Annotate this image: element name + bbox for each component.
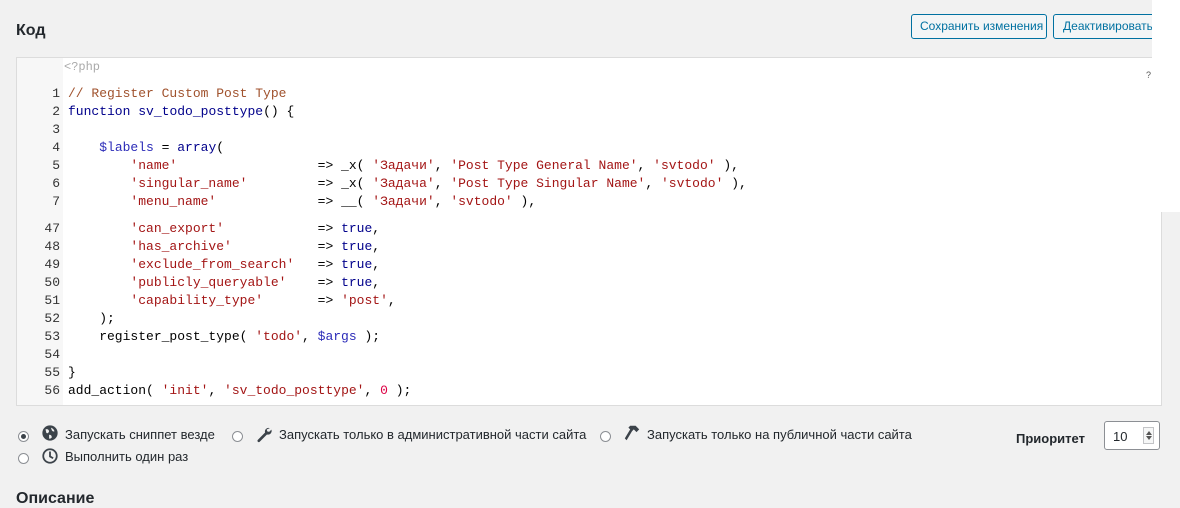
save-changes-button[interactable]: Сохранить изменения	[911, 14, 1047, 39]
priority-spinner[interactable]	[1143, 427, 1154, 444]
php-open-tag: <?php	[64, 60, 101, 74]
run-admin-label: Запускать только в административной част…	[279, 427, 587, 442]
line-number: 4	[52, 140, 60, 155]
line-number: 52	[44, 311, 60, 326]
code-text[interactable]: 'menu_name' => __( 'Задачи', 'svtodo' ),	[68, 193, 536, 211]
priority-label: Приоритет	[1016, 431, 1085, 446]
spin-down-icon[interactable]	[1146, 436, 1152, 440]
line-number: 3	[52, 122, 60, 137]
line-number: 49	[44, 257, 60, 272]
code-text[interactable]: 'name' => _x( 'Задачи', 'Post Type Gener…	[68, 157, 739, 175]
code-text[interactable]: 'capability_type' => 'post',	[68, 292, 395, 310]
code-text[interactable]: }	[68, 364, 76, 382]
run-admin-option[interactable]: Запускать только в административной част…	[232, 425, 592, 445]
run-once-radio[interactable]	[18, 453, 29, 464]
run-public-option[interactable]: Запускать только на публичной части сайт…	[600, 425, 920, 445]
line-number: 6	[52, 176, 60, 191]
wrench-icon	[257, 427, 272, 443]
code-text[interactable]: );	[68, 310, 115, 328]
code-text[interactable]: 'has_archive' => true,	[68, 238, 380, 256]
hammer-icon	[624, 425, 640, 441]
code-text[interactable]: 'singular_name' => _x( 'Задача', 'Post T…	[68, 175, 746, 193]
code-text[interactable]: 'publicly_queryable' => true,	[68, 274, 380, 292]
run-everywhere-option[interactable]: Запускать сниппет везде	[18, 425, 218, 445]
code-text[interactable]: function sv_todo_posttype() {	[68, 103, 294, 121]
line-number: 48	[44, 239, 60, 254]
clock-icon	[42, 448, 58, 464]
line-number: 5	[52, 158, 60, 173]
globe-icon	[42, 425, 58, 441]
panel-edge	[1152, 0, 1180, 212]
priority-value: 10	[1113, 429, 1128, 444]
line-number: 2	[52, 104, 60, 119]
line-number: 55	[44, 365, 60, 380]
code-text[interactable]: 'exclude_from_search' => true,	[68, 256, 380, 274]
run-once-option[interactable]: Выполнить один раз	[18, 447, 218, 467]
code-text[interactable]: register_post_type( 'todo', $args );	[68, 328, 380, 346]
line-number: 53	[44, 329, 60, 344]
line-number: 50	[44, 275, 60, 290]
run-everywhere-radio[interactable]	[18, 431, 29, 442]
run-public-label: Запускать только на публичной части сайт…	[647, 427, 912, 442]
run-everywhere-label: Запускать сниппет везде	[65, 427, 215, 442]
code-editor[interactable]: <?php ? 1 // Register Custom Post Type 2 fu…	[16, 57, 1162, 406]
code-text[interactable]: add_action( 'init', 'sv_todo_posttype', …	[68, 382, 411, 400]
line-number: 54	[44, 347, 60, 362]
run-once-label: Выполнить один раз	[65, 449, 189, 464]
spin-up-icon[interactable]	[1146, 431, 1152, 435]
editor-help-icon[interactable]: ?	[1146, 70, 1151, 80]
priority-input[interactable]: 10	[1104, 421, 1160, 450]
description-title: Описание	[16, 490, 95, 507]
code-section-title: Код	[16, 22, 46, 39]
deactivate-button[interactable]: Деактивировать	[1053, 14, 1163, 39]
line-number: 51	[44, 293, 60, 308]
line-number: 7	[52, 194, 60, 209]
code-text[interactable]: // Register Custom Post Type	[68, 85, 286, 103]
code-text[interactable]: $labels = array(	[68, 139, 224, 157]
code-text[interactable]: 'can_export' => true,	[68, 220, 380, 238]
run-public-radio[interactable]	[600, 431, 611, 442]
run-admin-radio[interactable]	[232, 431, 243, 442]
line-number: 1	[52, 86, 60, 101]
line-number: 47	[44, 221, 60, 236]
line-number: 56	[44, 383, 60, 398]
